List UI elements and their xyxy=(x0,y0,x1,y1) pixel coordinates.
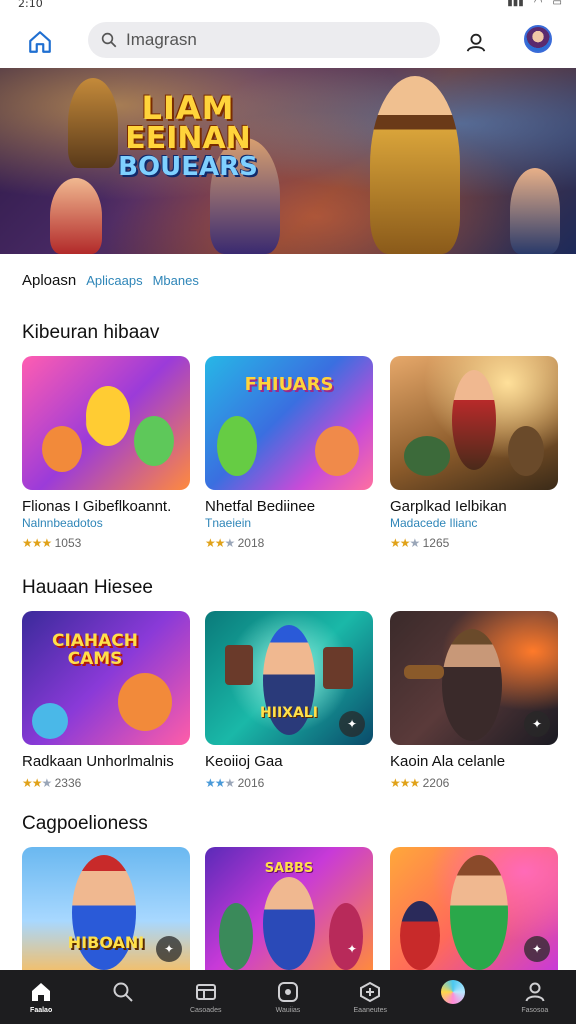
app-title: Kaoin Ala celanle xyxy=(390,753,506,770)
rating-stars: ★★★ xyxy=(205,536,235,550)
app-developer: Tnaeiein xyxy=(205,516,252,530)
app-card[interactable]: Flionas I Gibeflkoannt. Nalnnbeadotos ★★… xyxy=(22,356,190,550)
app-title: Radkaan Unhorlmalnis xyxy=(22,753,174,770)
app-developer: Madacede Ilianc xyxy=(390,516,478,530)
hero-character-main xyxy=(370,76,460,254)
app-card[interactable]: FHIUARS Nhetfal Bediinee Tnaeiein ★★★ 20… xyxy=(205,356,373,550)
app-title: Flionas I Gibeflkoannt. xyxy=(22,498,172,515)
search-bar[interactable] xyxy=(88,22,440,58)
nav-label: Eaaneutes xyxy=(353,1006,387,1014)
play-icon xyxy=(277,981,298,1002)
assistant-icon xyxy=(440,979,465,1004)
app-rating: ★★★ 2018 xyxy=(205,536,265,550)
rating-stars: ★★★ xyxy=(22,776,52,790)
app-developer: Nalnnbeadotos xyxy=(22,516,103,530)
play-icon[interactable]: ✦ xyxy=(156,936,182,962)
signal-icon: ▮▮▮ xyxy=(507,0,524,8)
rating-stars: ★★★ xyxy=(390,776,420,790)
app-card[interactable]: ✦ Kaoin Ala celanle ★★★ 2206 xyxy=(390,611,558,790)
nav-profile[interactable]: Fasosoa xyxy=(494,970,576,1024)
nav-label: Wauiias xyxy=(275,1006,301,1014)
section-title: Kibeuran hibaav xyxy=(22,322,160,343)
avatar[interactable] xyxy=(524,25,552,53)
app-rating: ★★★ 2016 xyxy=(205,776,265,790)
tab-apps[interactable]: Aplicaaps xyxy=(86,273,142,288)
tab-active[interactable]: Aploasn xyxy=(22,272,76,289)
app-rating: ★★★ 1053 xyxy=(22,536,82,550)
play-icon[interactable]: ✦ xyxy=(339,711,365,737)
app-title: Garplkad Ielbikan xyxy=(390,498,507,515)
nav-assistant[interactable] xyxy=(411,970,493,1024)
games-icon xyxy=(195,983,216,1000)
hero-character-right xyxy=(510,168,560,254)
app-card[interactable]: HIIXALI ✦ Keoiioj Gaa ★★★ 2016 xyxy=(205,611,373,790)
nav-label: Casoades xyxy=(189,1006,222,1014)
thumbnail-label: HIIXALI xyxy=(260,705,318,721)
app-card[interactable]: SABBS ✦ xyxy=(205,847,373,970)
nav-games[interactable]: Casoades xyxy=(165,970,247,1024)
app-title: Nhetfal Bediinee xyxy=(205,498,316,515)
app-rating: ★★★ 2336 xyxy=(22,776,82,790)
home-icon xyxy=(29,31,51,53)
nav-play[interactable]: Wauiias xyxy=(247,970,329,1024)
app-rating: ★★★ 2206 xyxy=(390,776,450,790)
top-bar xyxy=(0,14,576,68)
wifi-icon: ◠ xyxy=(533,0,543,8)
app-thumbnail: HIBOANI ✦ xyxy=(22,847,190,970)
status-bar: 2:10 ▮▮▮ ◠ ▭ xyxy=(0,0,576,12)
thumbnail-label: CIAHACH CAMS xyxy=(51,631,139,669)
library-icon xyxy=(360,981,381,1002)
app-thumbnail: HIIXALI ✦ xyxy=(205,611,373,745)
app-thumbnail: ✦ xyxy=(390,847,558,970)
nav-home[interactable]: Faalao xyxy=(0,970,82,1024)
tab-games[interactable]: Mbanes xyxy=(153,273,199,288)
rating-stars: ★★★ xyxy=(22,536,52,550)
account-button[interactable] xyxy=(458,24,494,60)
section-title: Cagpoelioness xyxy=(22,813,148,834)
app-thumbnail xyxy=(390,356,558,490)
play-icon[interactable]: ✦ xyxy=(339,936,365,962)
thumbnail-label: SABBS xyxy=(264,861,314,876)
category-tabs: Aploasn Aplicaaps Mbanes xyxy=(22,272,199,289)
app-rating: ★★★ 1265 xyxy=(390,536,450,550)
search-icon xyxy=(101,32,117,48)
app-card[interactable]: HIBOANI ✦ xyxy=(22,847,190,970)
hero-banner[interactable]: LIAM EEINAN BOUEARS xyxy=(0,68,576,254)
nav-search[interactable] xyxy=(82,970,164,1024)
app-thumbnail xyxy=(22,356,190,490)
home-icon xyxy=(32,982,51,1001)
play-icon[interactable]: ✦ xyxy=(524,711,550,737)
hero-title: LIAM EEINAN BOUEARS xyxy=(118,89,258,182)
app-card[interactable]: Garplkad Ielbikan Madacede Ilianc ★★★ 12… xyxy=(390,356,558,550)
nav-library[interactable]: Eaaneutes xyxy=(329,970,411,1024)
app-thumbnail: ✦ xyxy=(390,611,558,745)
status-time: 2:10 xyxy=(18,0,43,10)
nav-label: Faalao xyxy=(30,1006,53,1014)
play-icon[interactable]: ✦ xyxy=(524,936,550,962)
bottom-nav: Faalao Casoades Wauiias Eaaneutes Fasoso… xyxy=(0,970,576,1024)
app-card[interactable]: CIAHACH CAMS Radkaan Unhorlmalnis ★★★ 23… xyxy=(22,611,190,790)
rating-stars: ★★★ xyxy=(390,536,420,550)
section-title: Hauaan Hiesee xyxy=(22,577,153,598)
app-title: Keoiioj Gaa xyxy=(205,753,283,770)
profile-icon xyxy=(525,982,545,1001)
hero-character-kid xyxy=(50,178,102,254)
status-icons: ▮▮▮ ◠ ▭ xyxy=(507,0,562,8)
search-icon xyxy=(113,982,134,1002)
app-card[interactable]: ✦ xyxy=(390,847,558,970)
nav-label: Fasosoa xyxy=(521,1006,549,1014)
app-thumbnail: SABBS ✦ xyxy=(205,847,373,970)
thumbnail-label: FHIUARS xyxy=(244,374,334,395)
hero-character-left xyxy=(68,78,118,168)
rating-stars: ★★★ xyxy=(205,776,235,790)
app-thumbnail: CIAHACH CAMS xyxy=(22,611,190,745)
thumbnail-label: HIBOANI xyxy=(67,933,145,952)
account-icon xyxy=(466,33,486,52)
app-thumbnail: FHIUARS xyxy=(205,356,373,490)
search-input[interactable] xyxy=(126,30,406,50)
home-button[interactable] xyxy=(22,24,58,60)
battery-icon: ▭ xyxy=(552,0,562,8)
